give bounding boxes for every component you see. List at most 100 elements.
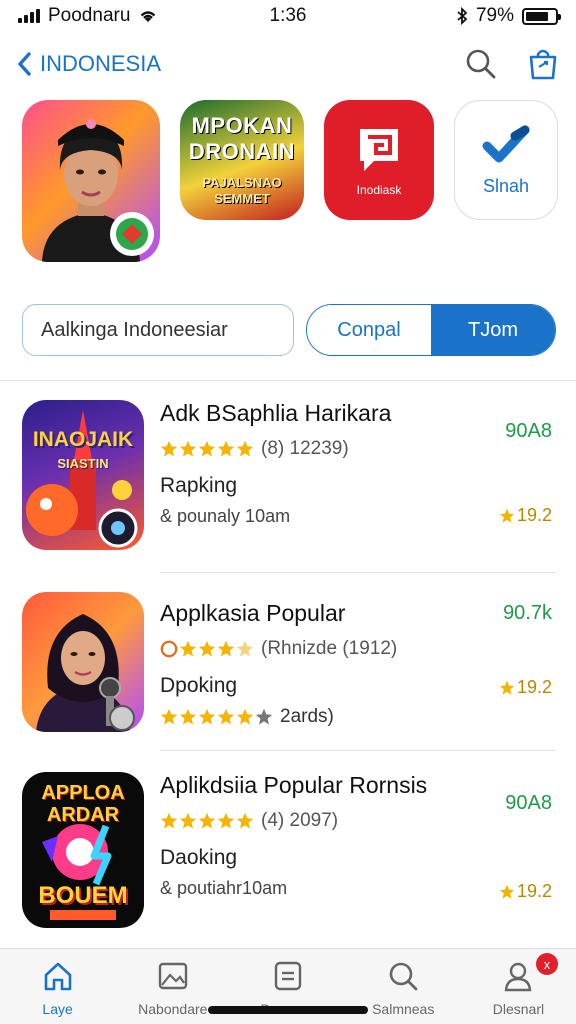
app-rank: 19.2 bbox=[472, 677, 552, 698]
app-rank-value: 19.2 bbox=[516, 505, 552, 525]
star-icon bbox=[198, 812, 216, 829]
image-icon bbox=[158, 962, 187, 990]
hijab-singer-image bbox=[36, 614, 135, 732]
circle-icon bbox=[160, 640, 178, 658]
app-icon-singer bbox=[22, 592, 144, 732]
tab-label: Salmneas bbox=[372, 1001, 435, 1017]
star-icon bbox=[499, 884, 515, 899]
segmented-control: Conpal TJom bbox=[306, 304, 556, 356]
star-icon bbox=[217, 812, 235, 829]
list-item[interactable]: APPLOA ARDAR BOUEM Aplikdsiia Popular Ro… bbox=[0, 770, 576, 930]
tab-home[interactable]: Laye bbox=[0, 949, 115, 1024]
star-icon bbox=[499, 680, 515, 695]
nav-bar: INDONESIA bbox=[0, 36, 576, 92]
star-icon bbox=[179, 812, 197, 829]
app-meta: & pounaly 10am bbox=[160, 506, 291, 526]
star-icon bbox=[160, 440, 178, 457]
app-icon-arcade-title: APPLOA ARDAR bbox=[41, 782, 125, 826]
notification-badge: x bbox=[536, 953, 559, 975]
app-rank: 19.2 bbox=[472, 505, 552, 526]
chat-logo-icon bbox=[360, 129, 398, 171]
wifi-icon bbox=[141, 11, 156, 22]
shopping-bag-button[interactable] bbox=[526, 47, 560, 81]
tab-label: Laye bbox=[42, 1001, 73, 1017]
tab-label: Dlesnarl bbox=[492, 1001, 545, 1017]
home-icon bbox=[44, 962, 71, 991]
star-icon bbox=[160, 812, 178, 829]
bluetooth-icon bbox=[457, 7, 468, 25]
cell-signal-icon bbox=[18, 9, 40, 23]
app-rank-value: 19.2 bbox=[516, 881, 552, 901]
divider bbox=[0, 380, 576, 381]
app-meta: & poutiahr10am bbox=[160, 878, 288, 898]
featured-apps-row: MPOKAN DRONAIN PAJALSNAO SEMMET Inodiask… bbox=[22, 100, 562, 264]
star-icon bbox=[236, 640, 254, 657]
rating-count: (8) 12239) bbox=[261, 438, 349, 459]
featured-app-check[interactable]: Slnah bbox=[454, 100, 558, 220]
back-label: INDONESIA bbox=[40, 51, 162, 76]
rating-stars bbox=[160, 708, 274, 726]
app-title: Adk BSaphlia Harikara bbox=[160, 400, 392, 426]
battery-level bbox=[526, 11, 549, 21]
tab-label: Nabondare bbox=[138, 1001, 208, 1017]
search-field[interactable]: Aalkinga Indoneesiar bbox=[22, 304, 294, 356]
status-bar: Poodnaru 1:36 79% bbox=[0, 0, 576, 32]
star-icon bbox=[179, 640, 197, 657]
featured-app-drone[interactable]: MPOKAN DRONAIN PAJALSNAO SEMMET bbox=[180, 100, 304, 220]
search-icon bbox=[389, 962, 418, 991]
star-icon bbox=[160, 708, 178, 725]
app-rank-value: 19.2 bbox=[516, 677, 552, 697]
star-icon bbox=[179, 708, 197, 725]
star-icon bbox=[236, 440, 254, 457]
rating-count: 2ards) bbox=[280, 706, 334, 727]
star-icon bbox=[217, 708, 235, 725]
rating-count: (Rhnizde (1912) bbox=[261, 638, 398, 659]
home-indicator bbox=[208, 1006, 368, 1014]
segment-option-right[interactable]: TJom bbox=[431, 305, 555, 355]
app-title: Applkasia Popular bbox=[160, 600, 346, 626]
tab-profile[interactable]: Dlesnarl x bbox=[461, 949, 576, 1024]
app-size: 90A8 bbox=[505, 420, 552, 442]
list-item[interactable]: Applkasia Popular (Rhnizde (1912) Dpokin… bbox=[0, 592, 576, 737]
back-button[interactable]: INDONESIA bbox=[16, 51, 161, 77]
featured-app-red[interactable]: Inodiask bbox=[324, 100, 434, 220]
app-rank: 19.2 bbox=[472, 881, 552, 902]
featured-app-portrait[interactable] bbox=[22, 100, 160, 262]
shopping-bag-icon bbox=[529, 49, 557, 80]
app-ranking-label: Daoking bbox=[160, 846, 238, 869]
checkmark-logo-icon bbox=[482, 125, 530, 162]
app-rating: (8) 12239) bbox=[160, 436, 470, 462]
app-icon-arcade-bottom: BOUEM bbox=[38, 882, 128, 909]
featured-app-drone-title: MPOKAN DRONAIN bbox=[188, 113, 296, 164]
star-icon bbox=[236, 812, 254, 829]
divider bbox=[160, 572, 556, 573]
rating-stars bbox=[160, 640, 255, 658]
app-icon-game-subtitle: SIASTIN bbox=[57, 456, 109, 471]
list-item[interactable]: INAOJAIK SIASTIN Adk BSaphlia Harikara (… bbox=[0, 398, 576, 558]
segment-option-left[interactable]: Conpal bbox=[307, 305, 431, 355]
chevron-left-icon bbox=[18, 52, 31, 76]
app-ranking-label: Dpoking bbox=[160, 674, 238, 697]
star-icon bbox=[499, 508, 515, 523]
app-title: Aplikdsiia Popular Rornsis bbox=[160, 772, 428, 798]
woman-portrait-image bbox=[42, 119, 154, 262]
app-size: 90A8 bbox=[505, 792, 552, 814]
rating-stars bbox=[160, 812, 255, 830]
search-button[interactable] bbox=[464, 47, 498, 81]
featured-app-red-label: Inodiask bbox=[356, 183, 402, 197]
rating-count: (4) 2097) bbox=[261, 810, 339, 831]
app-secondary-rating: 2ards) bbox=[160, 704, 470, 730]
game-art-image bbox=[26, 410, 138, 548]
app-size: 90.7k bbox=[503, 602, 552, 624]
filter-row: Aalkinga Indoneesiar Conpal TJom bbox=[22, 304, 556, 356]
star-icon bbox=[255, 708, 273, 725]
featured-app-drone-subtitle: PAJALSNAO SEMMET bbox=[202, 175, 282, 206]
list-icon bbox=[274, 961, 302, 991]
app-rating: (Rhnizde (1912) bbox=[160, 636, 470, 662]
star-icon bbox=[198, 708, 216, 725]
profile-icon bbox=[505, 962, 532, 992]
star-icon bbox=[198, 440, 216, 457]
app-ranking-label: Rapking bbox=[160, 474, 238, 497]
divider bbox=[160, 750, 556, 751]
star-icon bbox=[217, 440, 235, 457]
